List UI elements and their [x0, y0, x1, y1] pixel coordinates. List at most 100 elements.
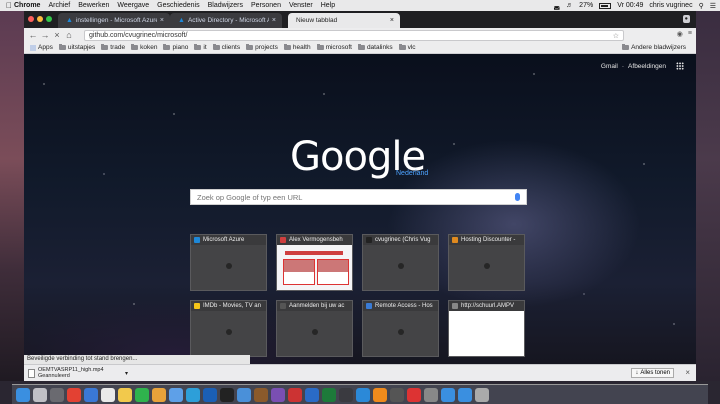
chevron-down-icon[interactable]: ▾ [125, 370, 128, 377]
forward-icon[interactable]: → [39, 29, 51, 41]
launchpad-icon[interactable] [33, 387, 47, 402]
app-icon[interactable] [254, 387, 268, 402]
wifi-icon[interactable]: ◛ [553, 2, 560, 10]
system-preferences-icon[interactable] [50, 387, 64, 402]
most-visited-tile[interactable]: http://schuurl.AMPV [448, 300, 525, 357]
profile-avatar-button[interactable]: ● [682, 15, 690, 23]
close-tab-icon[interactable]: × [390, 17, 394, 24]
images-link[interactable]: Afbeeldingen [628, 63, 666, 70]
most-visited-tile[interactable]: IMDb - Movies, TV an [190, 300, 267, 357]
extension-icon[interactable]: ◉ [677, 30, 683, 38]
menu-weergave[interactable]: Weergave [117, 2, 149, 9]
clock[interactable]: Vr 00:49 [617, 2, 643, 9]
back-icon[interactable]: ← [27, 29, 39, 41]
home-icon[interactable]: ⌂ [63, 29, 75, 41]
apple-icon[interactable]:  [4, 1, 14, 10]
menu-personen[interactable]: Personen [251, 2, 281, 9]
tab-active-directory[interactable]: ▲ Active Directory - Microsoft A × [170, 13, 282, 28]
onenote-icon[interactable] [271, 387, 285, 402]
bookmark-folder[interactable]: health [283, 44, 311, 51]
skype-icon[interactable] [186, 387, 200, 402]
bookmark-folder[interactable]: vlc [398, 44, 416, 51]
menu-bladwijzers[interactable]: Bladwijzers [208, 2, 243, 9]
tab-new-tab[interactable]: Nieuw tabblad × [288, 13, 400, 28]
download-item[interactable]: OEMTVASRP11_high.mp4 Geannuleerd ▾ [28, 367, 128, 380]
bookmark-folder[interactable]: projects [246, 44, 278, 51]
most-visited-tile[interactable]: Hosting Discounter - [448, 234, 525, 291]
notes-icon[interactable] [118, 387, 132, 402]
bookmark-apps[interactable]: Apps [30, 44, 53, 51]
zoom-window-button[interactable] [46, 16, 52, 22]
bookmark-folder[interactable]: microsoft [316, 44, 352, 51]
folder-icon [398, 44, 406, 50]
bookmark-folder[interactable]: piano [163, 44, 188, 51]
user-name[interactable]: chris vugrinec [649, 2, 692, 9]
trash-icon[interactable] [475, 387, 489, 402]
gmail-link[interactable]: Gmail [601, 63, 618, 70]
folder-icon [283, 44, 291, 50]
most-visited-tile[interactable]: cvugrinec (Chris Vug [362, 234, 439, 291]
menu-app-name[interactable]: Chrome [14, 2, 40, 9]
terminal-icon[interactable] [220, 387, 234, 402]
menu-bewerken[interactable]: Bewerken [78, 2, 109, 9]
finder-icon[interactable] [16, 387, 30, 402]
close-tab-icon[interactable]: × [160, 17, 164, 24]
app-icon[interactable] [356, 387, 370, 402]
microphone-icon[interactable] [515, 193, 520, 201]
outlook-icon[interactable] [305, 387, 319, 402]
most-visited-tile[interactable]: Remote Access - Hos [362, 300, 439, 357]
menu-help[interactable]: Help [321, 2, 335, 9]
bookmark-label: Apps [38, 44, 53, 51]
minimize-window-button[interactable] [37, 16, 43, 22]
menu-venster[interactable]: Venster [289, 2, 313, 9]
excel-icon[interactable] [322, 387, 336, 402]
photos-icon[interactable] [152, 387, 166, 402]
chrome-icon[interactable] [67, 387, 81, 402]
bookmark-other[interactable]: Andere bladwijzers [622, 44, 686, 51]
imdb-favicon-icon [194, 303, 200, 309]
apps-launcher-icon[interactable] [676, 62, 684, 70]
app-icon[interactable] [390, 387, 404, 402]
bookmark-folder[interactable]: it [194, 44, 207, 51]
calendar-icon[interactable] [101, 387, 115, 402]
bookmark-folder[interactable]: datalinks [357, 44, 393, 51]
most-visited-tile[interactable]: Alex Vermogensbeh [276, 234, 353, 291]
close-window-button[interactable] [28, 16, 34, 22]
mail-icon[interactable] [169, 387, 183, 402]
search-box[interactable] [190, 189, 527, 205]
most-visited-tile[interactable]: Aanmelden bij uw ac [276, 300, 353, 357]
spotlight-icon[interactable]: ⚲ [699, 2, 704, 10]
close-tab-icon[interactable]: × [272, 17, 276, 24]
show-all-downloads-button[interactable]: ↓ Alles tonen [631, 368, 674, 378]
bookmark-folder[interactable]: koken [131, 44, 157, 51]
folder-icon[interactable] [441, 387, 455, 402]
downloads-folder-icon[interactable] [458, 387, 472, 402]
notification-center-icon[interactable]: ☰ [710, 2, 716, 10]
volume-icon[interactable]: ♬ [566, 2, 573, 9]
most-visited-tile[interactable]: Microsoft Azure [190, 234, 267, 291]
menu-archief[interactable]: Archief [48, 2, 70, 9]
app-icon[interactable] [407, 387, 421, 402]
tab-azure-settings[interactable]: ▲ instellingen - Microsoft Azure × [58, 13, 170, 28]
search-input[interactable] [197, 192, 515, 202]
safari-icon[interactable] [84, 387, 98, 402]
powerpoint-icon[interactable] [288, 387, 302, 402]
bookmark-folder[interactable]: trade [101, 44, 125, 51]
vlc-icon[interactable] [373, 387, 387, 402]
bookmark-star-icon[interactable]: ☆ [613, 32, 619, 40]
bookmark-folder[interactable]: uitstapjes [58, 44, 95, 51]
azure-icon: ▲ [178, 17, 185, 24]
spotify-icon[interactable] [135, 387, 149, 402]
app-icon[interactable] [424, 387, 438, 402]
stop-icon[interactable]: × [51, 29, 63, 41]
menu-geschiedenis[interactable]: Geschiedenis [157, 2, 199, 9]
bookmark-folder[interactable]: clients [212, 44, 240, 51]
word-icon[interactable] [203, 387, 217, 402]
file-icon [28, 369, 35, 378]
close-download-shelf-icon[interactable]: × [685, 368, 690, 377]
menu-icon[interactable]: ≡ [688, 30, 692, 38]
battery-icon[interactable] [599, 2, 612, 9]
app-store-icon[interactable] [237, 387, 251, 402]
app-icon[interactable] [339, 387, 353, 402]
address-bar[interactable]: github.com/cvugrinec/microsoft/ ☆ [84, 30, 624, 41]
